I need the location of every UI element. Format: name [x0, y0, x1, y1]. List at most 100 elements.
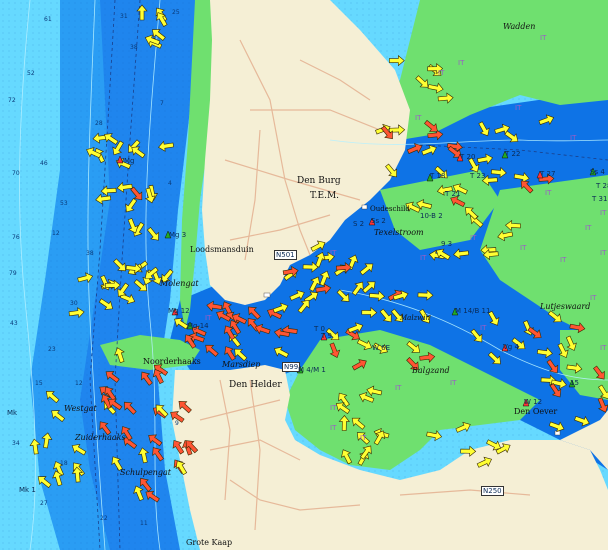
buoy-label: T 9 [321, 332, 332, 340]
tidal-flat-marker: IT [545, 189, 552, 197]
tidal-flat-marker: IT [330, 404, 337, 412]
place-label-marsdiep: Marsdiep [222, 360, 261, 369]
depth-sounding: 9 [175, 420, 179, 427]
depth-sounding: 4 [168, 180, 172, 187]
buoy-label: T 20 [460, 153, 476, 161]
place-label-noorderhaaks: Noorderhaaks [143, 357, 201, 366]
depth-sounding: 38 [86, 250, 94, 257]
buoy-label: T 18 [430, 172, 446, 180]
buoy-label: T 27 [540, 170, 556, 178]
depth-sounding: 46 [40, 160, 48, 167]
place-label-zuiderhaaks: Zuiderhaaks [75, 433, 126, 442]
buoy-label: T 28 [596, 182, 608, 190]
buoy-label: S 2 [353, 220, 365, 228]
depth-sounding: 31 [120, 13, 128, 20]
depth-sounding: 12 [75, 380, 83, 387]
depth-sounding: 7 [160, 100, 164, 107]
buoy-label: M 14/B 11 [455, 307, 491, 315]
tidal-flat-marker: IT [540, 34, 547, 42]
depth-sounding: 53 [60, 200, 68, 207]
buoy-label: Vg 4 [503, 343, 519, 351]
tidal-flat-marker: IT [360, 434, 367, 442]
buoy-label: Ss 2 [371, 217, 386, 225]
buoy-label: 9 3 [441, 240, 453, 248]
depth-sounding: 27 [40, 500, 48, 507]
tidal-flat-marker: IT [600, 249, 607, 257]
tidal-flat-marker: IT [470, 234, 477, 242]
place-label-schulpengat: Schulpengat [120, 468, 171, 477]
road-shield-n501: N501 [274, 250, 297, 260]
place-label-westgat: Westgat [64, 404, 97, 413]
buoy-label: Ss 4 [590, 168, 605, 176]
place-label-lutjeswaard: Lutjeswaard [540, 302, 591, 311]
place-label-wadden: Wadden [503, 22, 536, 31]
tidal-flat-marker: IT [438, 69, 445, 77]
tidal-flat-marker: IT [515, 104, 522, 112]
place-label-den-helder: Den Helder [229, 380, 282, 390]
tidal-flat-marker: IT [570, 134, 577, 142]
depth-sounding: 70 [12, 170, 20, 177]
place-label-texelstroom: Texelstroom [374, 228, 424, 237]
tidal-flat-marker: IT [600, 344, 607, 352]
tidal-flat-marker: IT [585, 224, 592, 232]
road-shield-n250: N250 [481, 486, 504, 496]
place-label-grote-kaap: Grote Kaap [186, 538, 233, 547]
tidal-flat-marker: IT [205, 314, 212, 322]
depth-sounding: 61 [44, 16, 52, 23]
buoy-label: Mg 12 [168, 307, 190, 315]
tidal-flat-marker: IT [600, 209, 607, 217]
chart-canvas[interactable]: IT IT IT IT IT IT IT IT IT IT IT IT IT IT IT IT IT IT IT IT… [0, 0, 608, 550]
depth-sounding: 18 [60, 460, 68, 467]
buoy-label: 10-B 2 [420, 212, 443, 220]
depth-sounding: 12 [52, 230, 60, 237]
depth-sounding: 15 [35, 380, 43, 387]
depth-sounding: 52 [27, 70, 35, 77]
depth-sounding: 30 [70, 300, 78, 307]
tidal-flat-marker: IT [590, 294, 597, 302]
depth-sounding: 72 [8, 97, 16, 104]
buoy-label: M 4/M 1 [298, 366, 326, 374]
buoy-label: Mg 14 [187, 322, 209, 330]
tidal-flat-marker: IT [415, 114, 422, 122]
depth-sounding: 34 [12, 440, 20, 447]
place-label-loodsmansduin: Loodsmansduin [190, 245, 254, 254]
buoy-label: W 6E [372, 344, 391, 352]
buoy-label: W 12 [524, 398, 543, 406]
buoy-label: T 23 [470, 172, 486, 180]
depth-sounding: 11 [140, 520, 148, 527]
tidal-flat-marker: IT [330, 249, 337, 257]
depth-sounding: 76 [12, 234, 20, 241]
tidal-flat-marker: IT [420, 254, 427, 262]
buoy-label: T 0 [314, 325, 325, 333]
depth-sounding: 43 [10, 320, 18, 327]
buoy-label: Mk 1 [19, 486, 36, 494]
place-label-den-burg: Den Burg [297, 176, 341, 186]
depth-sounding: 25 [172, 9, 180, 16]
buoy-label: Mk [7, 409, 18, 417]
buoy-label: 15 [570, 379, 579, 387]
place-label-balgzand: Balgzand [412, 366, 450, 375]
tidal-flat-marker: IT [520, 244, 527, 252]
tidal-flat-marker: IT [450, 379, 457, 387]
tidal-flat-marker: IT [458, 59, 465, 67]
nautical-chart-map[interactable]: IT IT IT IT IT IT IT IT IT IT IT IT IT IT IT IT IT IT IT IT… [0, 0, 608, 550]
place-label-den-oever: Den Oever [514, 407, 558, 416]
depth-sounding: 23 [48, 346, 56, 353]
tidal-flat-marker: IT [480, 324, 487, 332]
depth-sounding: 28 [95, 120, 103, 127]
tidal-flat-marker: IT [560, 256, 567, 264]
buoy-label: Mg [124, 157, 135, 165]
place-label-oudeschild: Oudeschild [370, 205, 410, 213]
tidal-flat-marker: IT [330, 424, 337, 432]
tidal-flat-marker: IT [395, 384, 402, 392]
depth-sounding: 79 [9, 270, 17, 277]
place-label-molengat: Molengat [160, 279, 199, 288]
buoy-label: T 21 [445, 190, 461, 198]
buoy-label: Mg 3 [169, 231, 187, 239]
buoy-label: T 22 [505, 150, 521, 158]
place-label-malzwin: Malzwin [400, 314, 431, 322]
place-label-tem: T.E.M. [310, 191, 340, 201]
depth-sounding: 22 [100, 515, 108, 522]
buoy-label: T 31 [592, 195, 608, 203]
depth-sounding: 38 [130, 44, 138, 51]
